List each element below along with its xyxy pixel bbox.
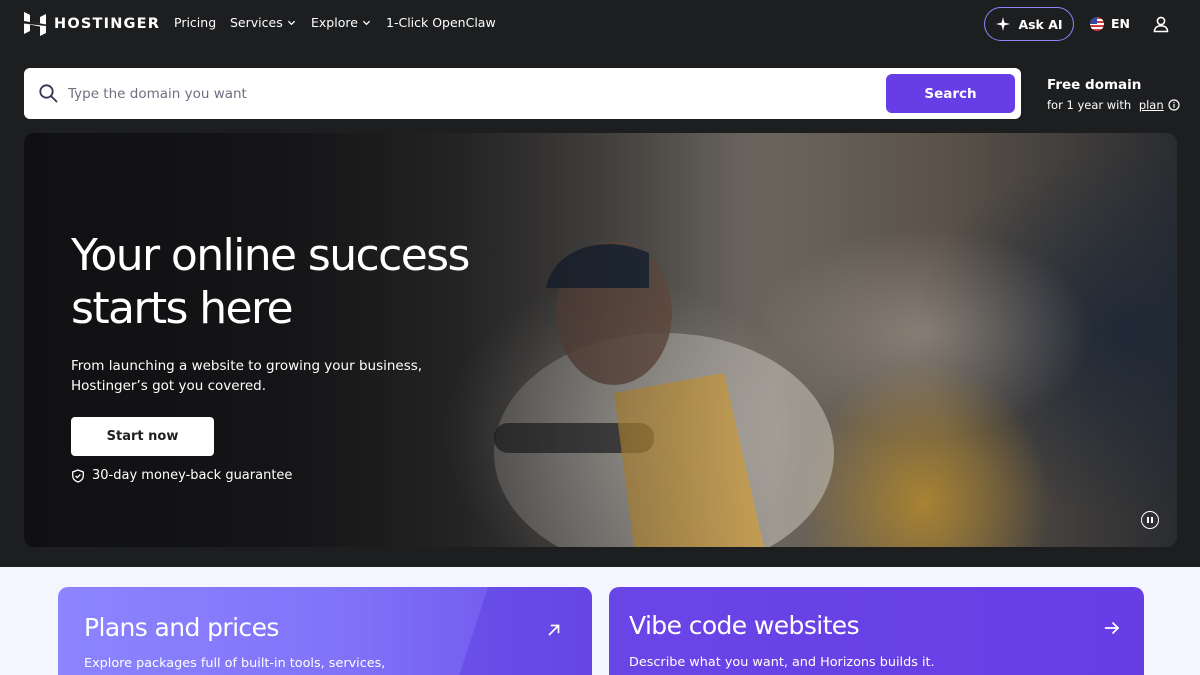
start-now-button[interactable]: Start now: [71, 417, 214, 456]
free-domain-note: Free domain for 1 year with plan: [1047, 77, 1180, 112]
card-description: Explore packages full of built-in tools,…: [84, 656, 386, 671]
guarantee-label: 30-day money-back guarantee: [92, 468, 293, 483]
chevron-down-icon: [362, 20, 371, 26]
sparkle-icon: [996, 17, 1011, 31]
chevron-down-icon: [287, 20, 295, 26]
brand-name: HOSTINGER: [54, 16, 161, 32]
user-icon[interactable]: [1152, 15, 1170, 33]
info-icon[interactable]: [1168, 99, 1180, 111]
pause-video-button[interactable]: [1141, 511, 1159, 529]
nav-explore-label: Explore: [311, 15, 358, 30]
pause-icon: [1151, 517, 1153, 523]
nav-services[interactable]: Services: [230, 15, 296, 30]
domain-search-bar: Search: [24, 68, 1021, 119]
search-icon: [39, 84, 58, 103]
card-description: Describe what you want, and Horizons bui…: [629, 655, 935, 670]
hostinger-logo-icon: [24, 12, 46, 36]
shield-check-icon: [72, 468, 84, 483]
hero-subtitle: From launching a website to growing your…: [71, 358, 423, 394]
ask-ai-label: Ask AI: [1018, 16, 1063, 32]
language-selector[interactable]: EN: [1090, 16, 1130, 31]
free-domain-subtitle: for 1 year with plan: [1047, 98, 1180, 112]
language-label: EN: [1111, 16, 1131, 31]
free-domain-sub-text: for 1 year with: [1047, 98, 1135, 112]
domain-search-button[interactable]: Search: [886, 74, 1015, 113]
money-back-guarantee: 30-day money-back guarantee: [71, 468, 292, 483]
hostinger-logo[interactable]: HOSTINGER: [24, 12, 160, 36]
free-domain-title: Free domain: [1047, 77, 1142, 93]
hero-overlay: [24, 133, 1177, 547]
nav-explore[interactable]: Explore: [311, 15, 371, 30]
domain-search-input[interactable]: [68, 76, 888, 111]
arrow-right-icon: [1104, 622, 1120, 634]
pause-icon: [1147, 517, 1149, 523]
nav-services-label: Services: [230, 15, 283, 30]
nav-pricing[interactable]: Pricing: [174, 15, 216, 30]
vibe-code-websites-card[interactable]: Vibe code websites Describe what you wan…: [609, 587, 1144, 675]
top-nav: HOSTINGER Pricing Services Explore 1-Cli…: [0, 0, 1200, 48]
features-section: Plans and prices Explore packages full o…: [0, 567, 1200, 675]
us-flag-icon: [1090, 16, 1104, 31]
plan-link[interactable]: plan: [1139, 98, 1164, 112]
ask-ai-button[interactable]: Ask AI: [984, 7, 1074, 41]
nav-openclaw[interactable]: 1-Click OpenClaw: [386, 15, 496, 30]
hero-title: Your online success starts here: [71, 230, 470, 334]
plans-and-prices-card[interactable]: Plans and prices Explore packages full o…: [58, 587, 592, 675]
arrow-up-right-icon: [548, 624, 560, 636]
card-title: Plans and prices: [84, 613, 279, 642]
card-title: Vibe code websites: [629, 611, 860, 640]
hero-banner: Your online success starts here From lau…: [24, 133, 1177, 547]
